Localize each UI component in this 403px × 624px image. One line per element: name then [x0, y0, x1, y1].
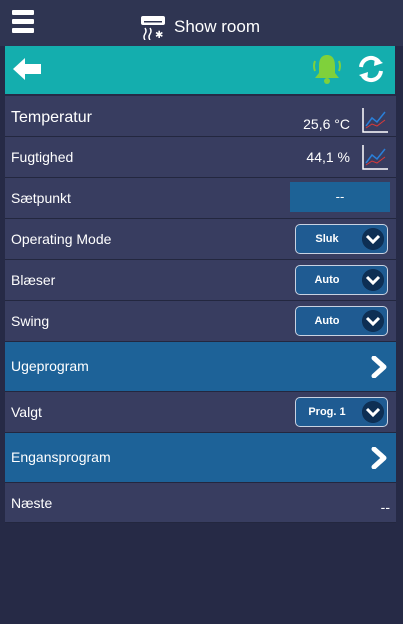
weekly-program-link[interactable]: Ugeprogram [5, 342, 396, 392]
air-conditioner-icon: ✱ [141, 16, 165, 40]
operating-mode-row: Operating Mode Sluk [5, 219, 396, 260]
fan-select[interactable]: Auto [295, 265, 388, 295]
bell-icon[interactable] [311, 52, 343, 86]
swing-row: Swing Auto [5, 301, 396, 342]
chevron-down-icon [362, 228, 384, 250]
chevron-down-icon [362, 269, 384, 291]
selected-program-row: Valgt Prog. 1 [5, 392, 396, 433]
setpoint-row: Sætpunkt -- [5, 178, 396, 219]
back-arrow-icon[interactable] [11, 56, 43, 82]
selected-program-label: Valgt [11, 404, 42, 420]
chart-icon[interactable] [361, 106, 389, 134]
swing-label: Swing [11, 313, 50, 329]
selected-program-select[interactable]: Prog. 1 [295, 397, 388, 427]
temperature-row: Temperatur 25,6 °C [5, 96, 396, 137]
temperature-label: Temperatur [11, 109, 92, 126]
setpoint-label: Sætpunkt [11, 190, 71, 206]
top-bar: ✱ Show room [0, 0, 403, 46]
single-program-label: Engansprogram [11, 449, 111, 465]
chevron-down-icon [362, 401, 384, 423]
humidity-row: Fugtighed 44,1 % [5, 137, 396, 178]
swing-value: Auto [314, 315, 340, 327]
hamburger-icon[interactable] [12, 10, 34, 34]
svg-text:✱: ✱ [155, 30, 163, 40]
operating-mode-select[interactable]: Sluk [295, 224, 388, 254]
action-bar [5, 46, 395, 94]
selected-program-value: Prog. 1 [308, 406, 346, 418]
chevron-down-icon [362, 310, 384, 332]
operating-mode-value: Sluk [315, 233, 339, 245]
operating-mode-label: Operating Mode [11, 231, 112, 247]
fan-row: Blæser Auto [5, 260, 396, 301]
settings-panel: Temperatur 25,6 °C Fugtighed 44,1 % Sætp… [5, 96, 396, 523]
chevron-right-icon [371, 356, 387, 378]
refresh-icon[interactable] [357, 54, 385, 84]
humidity-value: 44,1 % [306, 149, 350, 165]
single-program-link[interactable]: Engansprogram [5, 433, 396, 483]
page-title: Show room [174, 17, 260, 36]
humidity-label: Fugtighed [11, 149, 74, 165]
weekly-program-label: Ugeprogram [11, 358, 89, 374]
fan-label: Blæser [11, 272, 56, 288]
next-label: Næste [11, 495, 53, 511]
chart-icon[interactable] [361, 143, 389, 171]
swing-select[interactable]: Auto [295, 306, 388, 336]
next-row: Næste -- [5, 483, 396, 523]
title-area: ✱ Show room [140, 12, 260, 42]
next-value: -- [380, 499, 390, 515]
chevron-right-icon [371, 447, 387, 469]
fan-value: Auto [314, 274, 340, 286]
setpoint-input[interactable]: -- [290, 182, 390, 212]
